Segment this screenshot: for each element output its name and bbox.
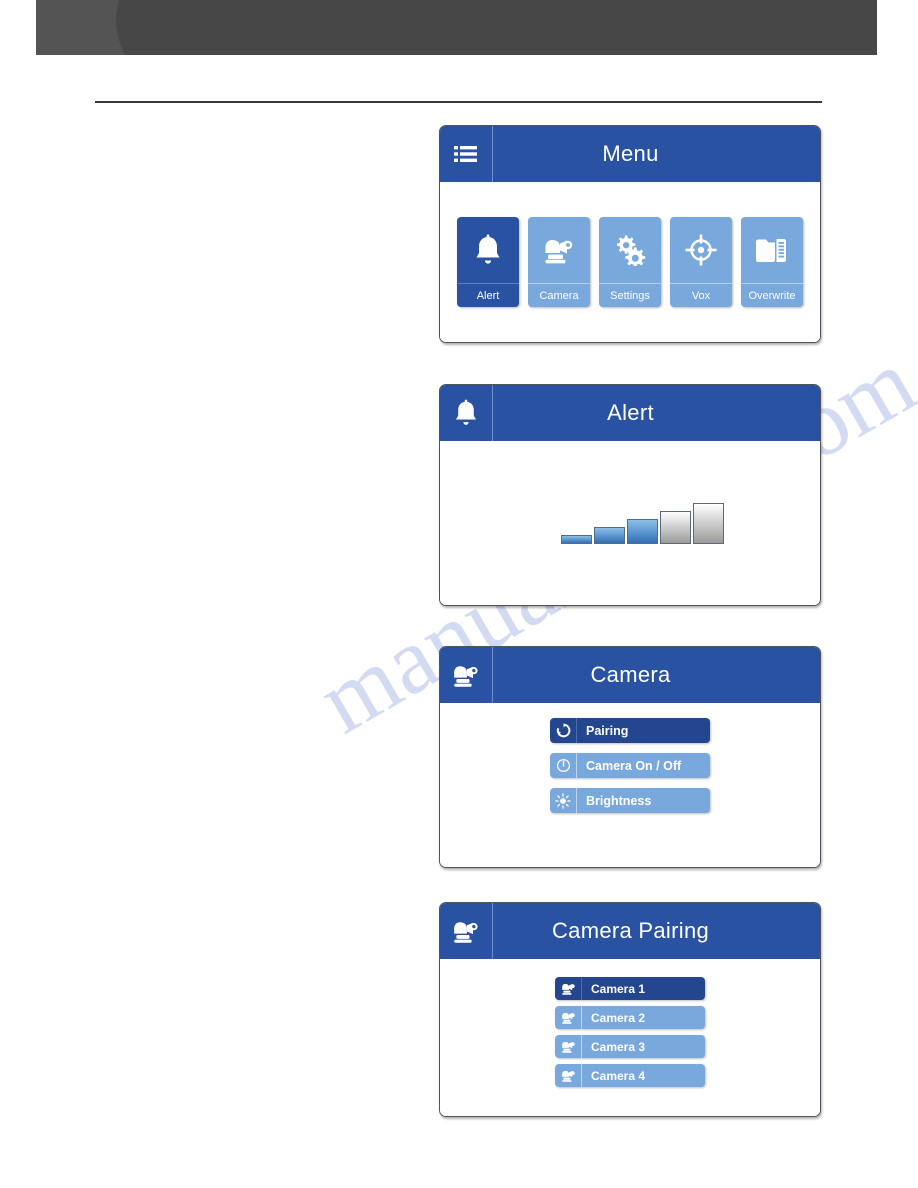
pairing-title: Camera Pairing xyxy=(551,918,710,943)
menu-tile-vox[interactable]: Vox xyxy=(670,217,732,307)
camera-button-label: Camera On / Off xyxy=(586,758,682,773)
menu-tile-label: Overwrite xyxy=(741,283,803,307)
camera-header: Camera xyxy=(440,647,820,703)
section-divider-rule xyxy=(95,101,822,103)
alert-body xyxy=(440,441,820,605)
camera-icon xyxy=(555,1006,582,1029)
alert-title: Alert xyxy=(607,400,654,425)
volume-bar-2[interactable] xyxy=(593,526,625,544)
menu-tile-camera[interactable]: Camera xyxy=(528,217,590,307)
menu-tile-label: Vox xyxy=(670,283,732,307)
menu-title: Menu xyxy=(602,141,659,166)
screen-alert: Alert xyxy=(439,384,821,606)
camera-button-label: Brightness xyxy=(586,793,652,808)
pairing-refresh-icon xyxy=(550,718,577,743)
camera-body: Pairing Camera On / Off Brightness xyxy=(440,703,820,867)
camera-icon xyxy=(555,977,582,1000)
screen-camera-pairing: Camera Pairing Camera 1 Camera 2 Camera … xyxy=(439,902,821,1117)
bell-icon xyxy=(457,217,519,283)
banner-swoosh-deep xyxy=(116,0,877,55)
menu-tile-label: Settings xyxy=(599,283,661,307)
alert-header: Alert xyxy=(440,385,820,441)
camera-icon xyxy=(440,903,493,959)
pairing-button-camera-1[interactable]: Camera 1 xyxy=(555,977,705,1000)
menu-tile-label: Alert xyxy=(457,283,519,307)
screen-camera: Camera Pairing Camera On / Off Brightnes… xyxy=(439,646,821,868)
sd-card-folder-icon xyxy=(741,217,803,283)
pairing-button-label: Camera 4 xyxy=(591,1068,646,1083)
gears-icon xyxy=(599,217,661,283)
camera-icon xyxy=(555,1035,582,1058)
pairing-button-camera-2[interactable]: Camera 2 xyxy=(555,1006,705,1029)
pairing-button-label: Camera 2 xyxy=(591,1010,646,1025)
pairing-body: Camera 1 Camera 2 Camera 3 Camera 4 xyxy=(440,959,820,1116)
camera-button-brightness[interactable]: Brightness xyxy=(550,788,710,813)
volume-bar-4[interactable] xyxy=(659,510,691,544)
camera-button-pairing[interactable]: Pairing xyxy=(550,718,710,743)
pairing-button-label: Camera 3 xyxy=(591,1039,646,1054)
camera-icon xyxy=(555,1064,582,1087)
camera-button-on-off[interactable]: Camera On / Off xyxy=(550,753,710,778)
menu-tile-alert[interactable]: Alert xyxy=(457,217,519,307)
hamburger-menu-icon[interactable] xyxy=(440,126,493,182)
volume-bar-5[interactable] xyxy=(692,502,724,544)
camera-icon xyxy=(528,217,590,283)
pairing-button-label: Camera 1 xyxy=(591,981,646,996)
camera-button-label: Pairing xyxy=(586,723,629,738)
volume-bar-1[interactable] xyxy=(560,534,592,544)
pairing-header: Camera Pairing xyxy=(440,903,820,959)
page-banner xyxy=(36,0,877,55)
pairing-button-camera-4[interactable]: Camera 4 xyxy=(555,1064,705,1087)
brightness-sun-icon xyxy=(550,788,577,813)
camera-title: Camera xyxy=(590,662,671,687)
pairing-button-camera-3[interactable]: Camera 3 xyxy=(555,1035,705,1058)
screen-menu: Menu Alert Camera Settings Vox Overwrite xyxy=(439,125,821,343)
volume-bar-3[interactable] xyxy=(626,518,658,544)
alert-volume-indicator[interactable] xyxy=(560,502,724,544)
menu-tile-overwrite[interactable]: Overwrite xyxy=(741,217,803,307)
crosshair-icon xyxy=(670,217,732,283)
menu-tile-settings[interactable]: Settings xyxy=(599,217,661,307)
camera-icon xyxy=(440,647,493,703)
menu-header: Menu xyxy=(440,126,820,182)
power-icon xyxy=(550,753,577,778)
menu-tile-label: Camera xyxy=(528,283,590,307)
bell-icon xyxy=(440,385,493,441)
menu-body: Alert Camera Settings Vox Overwrite xyxy=(440,182,820,342)
